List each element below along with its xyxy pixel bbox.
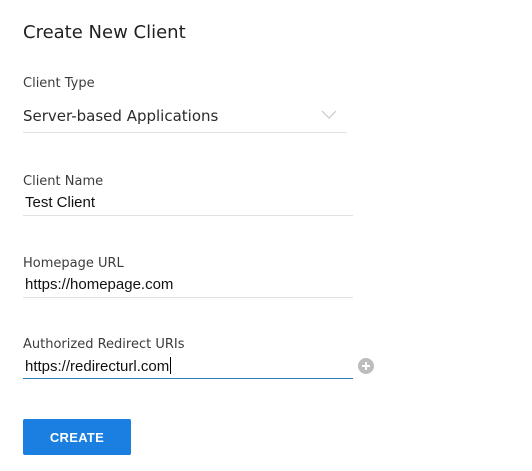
client-type-select[interactable]: Server-based Applications bbox=[23, 100, 347, 133]
add-redirect-uri-button[interactable] bbox=[358, 358, 374, 374]
plus-circle-icon bbox=[358, 358, 374, 374]
client-type-value: Server-based Applications bbox=[23, 107, 219, 125]
redirect-uris-label: Authorized Redirect URIs bbox=[23, 337, 185, 352]
homepage-url-label: Homepage URL bbox=[23, 256, 124, 271]
client-name-field[interactable]: Test Client bbox=[23, 193, 353, 216]
redirect-uri-value: https://redirecturl.com bbox=[25, 358, 170, 375]
homepage-url-field[interactable]: https://homepage.com bbox=[23, 275, 353, 298]
client-type-label: Client Type bbox=[23, 76, 95, 91]
page-title: Create New Client bbox=[23, 22, 186, 43]
chevron-down-icon bbox=[321, 106, 337, 119]
homepage-url-value: https://homepage.com bbox=[25, 276, 174, 293]
text-caret bbox=[170, 357, 172, 374]
create-button[interactable]: CREATE bbox=[23, 419, 131, 455]
client-name-label: Client Name bbox=[23, 174, 104, 189]
client-name-value: Test Client bbox=[25, 194, 96, 211]
redirect-uri-value-wrap: https://redirecturl.com bbox=[25, 357, 172, 376]
redirect-uri-field[interactable]: https://redirecturl.com bbox=[23, 356, 353, 379]
